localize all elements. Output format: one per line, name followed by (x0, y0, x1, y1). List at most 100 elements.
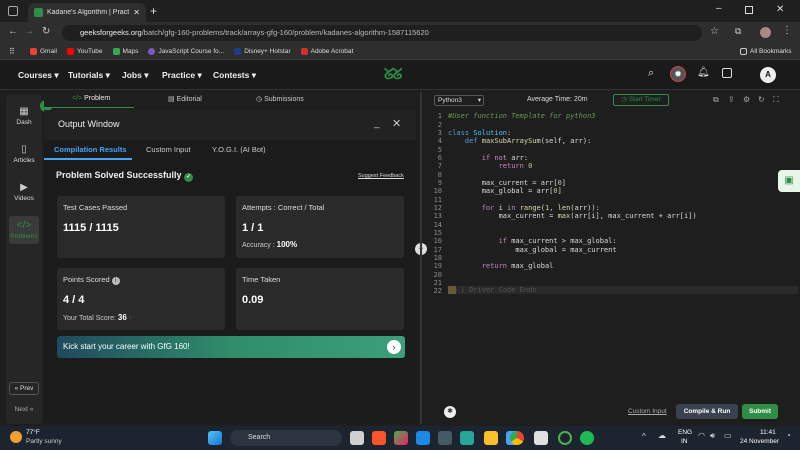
apps-icon[interactable]: ⠿ (9, 47, 15, 56)
rail-problems[interactable]: </> Problems (9, 216, 39, 244)
wifi-icon[interactable]: ◠ (698, 431, 705, 440)
editor-toolbar: Python3 ▾ Average Time: 20m ◷ Start Time… (428, 92, 800, 108)
profile-avatar[interactable] (760, 27, 771, 38)
prev-button[interactable]: « Prev (9, 382, 39, 395)
copilot-icon[interactable] (394, 431, 408, 445)
calendar-icon[interactable] (534, 431, 548, 445)
tab-title: Kadane's Algorithm | Practice | G (47, 9, 130, 16)
bell-icon[interactable]: 🔔︎ (697, 67, 710, 78)
minimize-icon[interactable]: – (716, 3, 722, 14)
custom-input-link[interactable]: Custom Input (628, 408, 667, 415)
theme-toggle-icon[interactable]: ✹ (670, 66, 686, 82)
panel-divider[interactable] (420, 92, 422, 424)
tab-custom-input[interactable]: Custom Input (146, 145, 191, 154)
close-panel-icon[interactable]: ✕ (392, 117, 401, 130)
bookmark-js-course[interactable]: JavaScript Course fo... (148, 48, 224, 55)
language-en[interactable]: ENG (678, 429, 692, 436)
store-icon[interactable] (438, 431, 452, 445)
tab-compilation-results[interactable]: Compilation Results (54, 145, 127, 154)
user-avatar[interactable]: A (760, 67, 776, 83)
accuracy-row: Accuracy : 100% (242, 240, 298, 249)
close-icon[interactable]: ✕ (133, 8, 140, 17)
fullscreen-icon[interactable]: ⛶ (773, 95, 779, 105)
new-tab-icon[interactable]: + (150, 4, 157, 18)
vscode-icon[interactable] (416, 431, 430, 445)
nav-contests[interactable]: Contests ▾ (213, 70, 256, 81)
cloud-icon[interactable]: ☁ (658, 431, 666, 440)
bookmark-youtube[interactable]: YouTube (66, 48, 103, 55)
minimize-panel-icon[interactable]: _ (374, 118, 380, 129)
chrome-icon[interactable] (510, 431, 524, 445)
success-status: Problem Solved Successfully ✓ (56, 170, 194, 182)
task-view-icon[interactable] (350, 431, 364, 445)
reload-icon[interactable]: ↻ (42, 26, 50, 37)
nav-tutorials[interactable]: Tutorials ▾ (68, 70, 110, 81)
nav-courses[interactable]: Courses ▾ (18, 70, 59, 81)
start-timer-button[interactable]: ◷ Start Timer (613, 94, 669, 106)
file-explorer-icon[interactable] (484, 431, 498, 445)
chevron-right-icon[interactable]: › (387, 340, 401, 354)
settings-icon[interactable]: ⚙ (743, 95, 750, 104)
rail-dash[interactable]: ▦ Dash (6, 106, 42, 126)
tab-yogi-bot[interactable]: Y.O.G.I. (AI Bot) (212, 145, 266, 154)
upload-icon[interactable]: ⇪ (728, 95, 735, 104)
points-card: Points Scored i 4 / 4 Your Total Score: … (57, 268, 225, 330)
submit-button[interactable]: Submit (742, 404, 778, 419)
tab-submissions[interactable]: ◷ Submissions (256, 95, 304, 103)
spotify-icon[interactable] (580, 431, 594, 445)
code-editor[interactable]: 1 #User function Template for python3 2 3… (428, 108, 800, 400)
url-field[interactable]: geeksforgeeks.org/batch/gfg-160-problems… (62, 25, 702, 41)
language-in[interactable]: IN (681, 438, 688, 445)
browser-tab[interactable]: Kadane's Algorithm | Practice | G ✕ (28, 3, 146, 22)
rail-videos[interactable]: ▶ Videos (6, 182, 42, 202)
tray-chevron-icon[interactable]: ^ (642, 432, 646, 441)
compile-run-button[interactable]: Compile & Run (676, 404, 738, 419)
chat-widget-icon[interactable]: ▣ (778, 170, 800, 192)
brave-icon[interactable] (372, 431, 386, 445)
maximize-icon[interactable] (745, 6, 753, 14)
nav-jobs[interactable]: Jobs ▾ (122, 70, 148, 81)
next-button[interactable]: Next » (9, 404, 39, 415)
reset-icon[interactable]: ↻ (758, 95, 765, 104)
window-close-icon[interactable]: ✕ (776, 4, 784, 15)
fold-marker[interactable]: ▬▬ (448, 286, 457, 294)
weather-icon[interactable] (10, 431, 22, 443)
rail-articles[interactable]: ▯ Articles (6, 144, 42, 164)
notification-icon[interactable]: ◔ (786, 431, 791, 440)
gfg160-banner[interactable]: Kick start your career with GfG 160! › (57, 336, 405, 358)
language-select[interactable]: Python3 ▾ (434, 95, 484, 106)
bookmark-maps[interactable]: Maps (112, 48, 138, 55)
clock-date[interactable]: 24 November (740, 438, 779, 445)
volume-icon[interactable]: 🔊︎ (710, 431, 715, 441)
battery-icon[interactable]: ▭ (724, 431, 732, 440)
maps-icon (112, 48, 120, 55)
nav-practice[interactable]: Practice ▾ (162, 70, 202, 81)
back-icon[interactable]: ← (8, 26, 18, 37)
tab-editorial[interactable]: ▤ Editorial (168, 95, 202, 103)
gfg-logo[interactable]: ᘜᘜ (384, 66, 402, 83)
browser-tab-bar: Kadane's Algorithm | Practice | G ✕ + – … (0, 0, 800, 22)
menu-icon[interactable]: ⋮ (782, 25, 792, 36)
translate-icon[interactable] (722, 68, 732, 78)
clock-time[interactable]: 11:41 (760, 429, 776, 436)
tab-problem[interactable]: </> Problem (72, 95, 110, 102)
bookmark-acrobat[interactable]: Adobe Acrobat (300, 48, 353, 55)
bulb-icon[interactable]: ✱ (444, 406, 456, 418)
search-icon[interactable]: ⌕ (648, 67, 654, 80)
windows-start-icon[interactable] (208, 431, 222, 445)
tab-switcher-icon[interactable] (8, 6, 18, 16)
bookmark-star-icon[interactable]: ☆ (710, 26, 719, 37)
bookmark-hotstar[interactable]: Disney+ Hotstar (234, 48, 291, 55)
address-bar-row: ← → ↻ geeksforgeeks.org/batch/gfg-160-pr… (0, 22, 800, 44)
taskbar-search[interactable]: Search (230, 430, 342, 446)
code-icon: </> (16, 220, 32, 231)
suggest-feedback-link[interactable]: Suggest Feedback (358, 173, 404, 179)
all-bookmarks[interactable]: All Bookmarks (740, 48, 792, 55)
circle-app-icon[interactable] (558, 431, 572, 445)
forward-icon[interactable]: → (24, 26, 34, 37)
copy-icon[interactable]: ⧉ (713, 95, 719, 105)
bookmark-gmail[interactable]: Gmail (30, 48, 57, 55)
gfg-favicon (34, 8, 43, 17)
extensions-icon[interactable]: ⧉ (735, 26, 741, 37)
edge-icon[interactable] (460, 431, 474, 445)
